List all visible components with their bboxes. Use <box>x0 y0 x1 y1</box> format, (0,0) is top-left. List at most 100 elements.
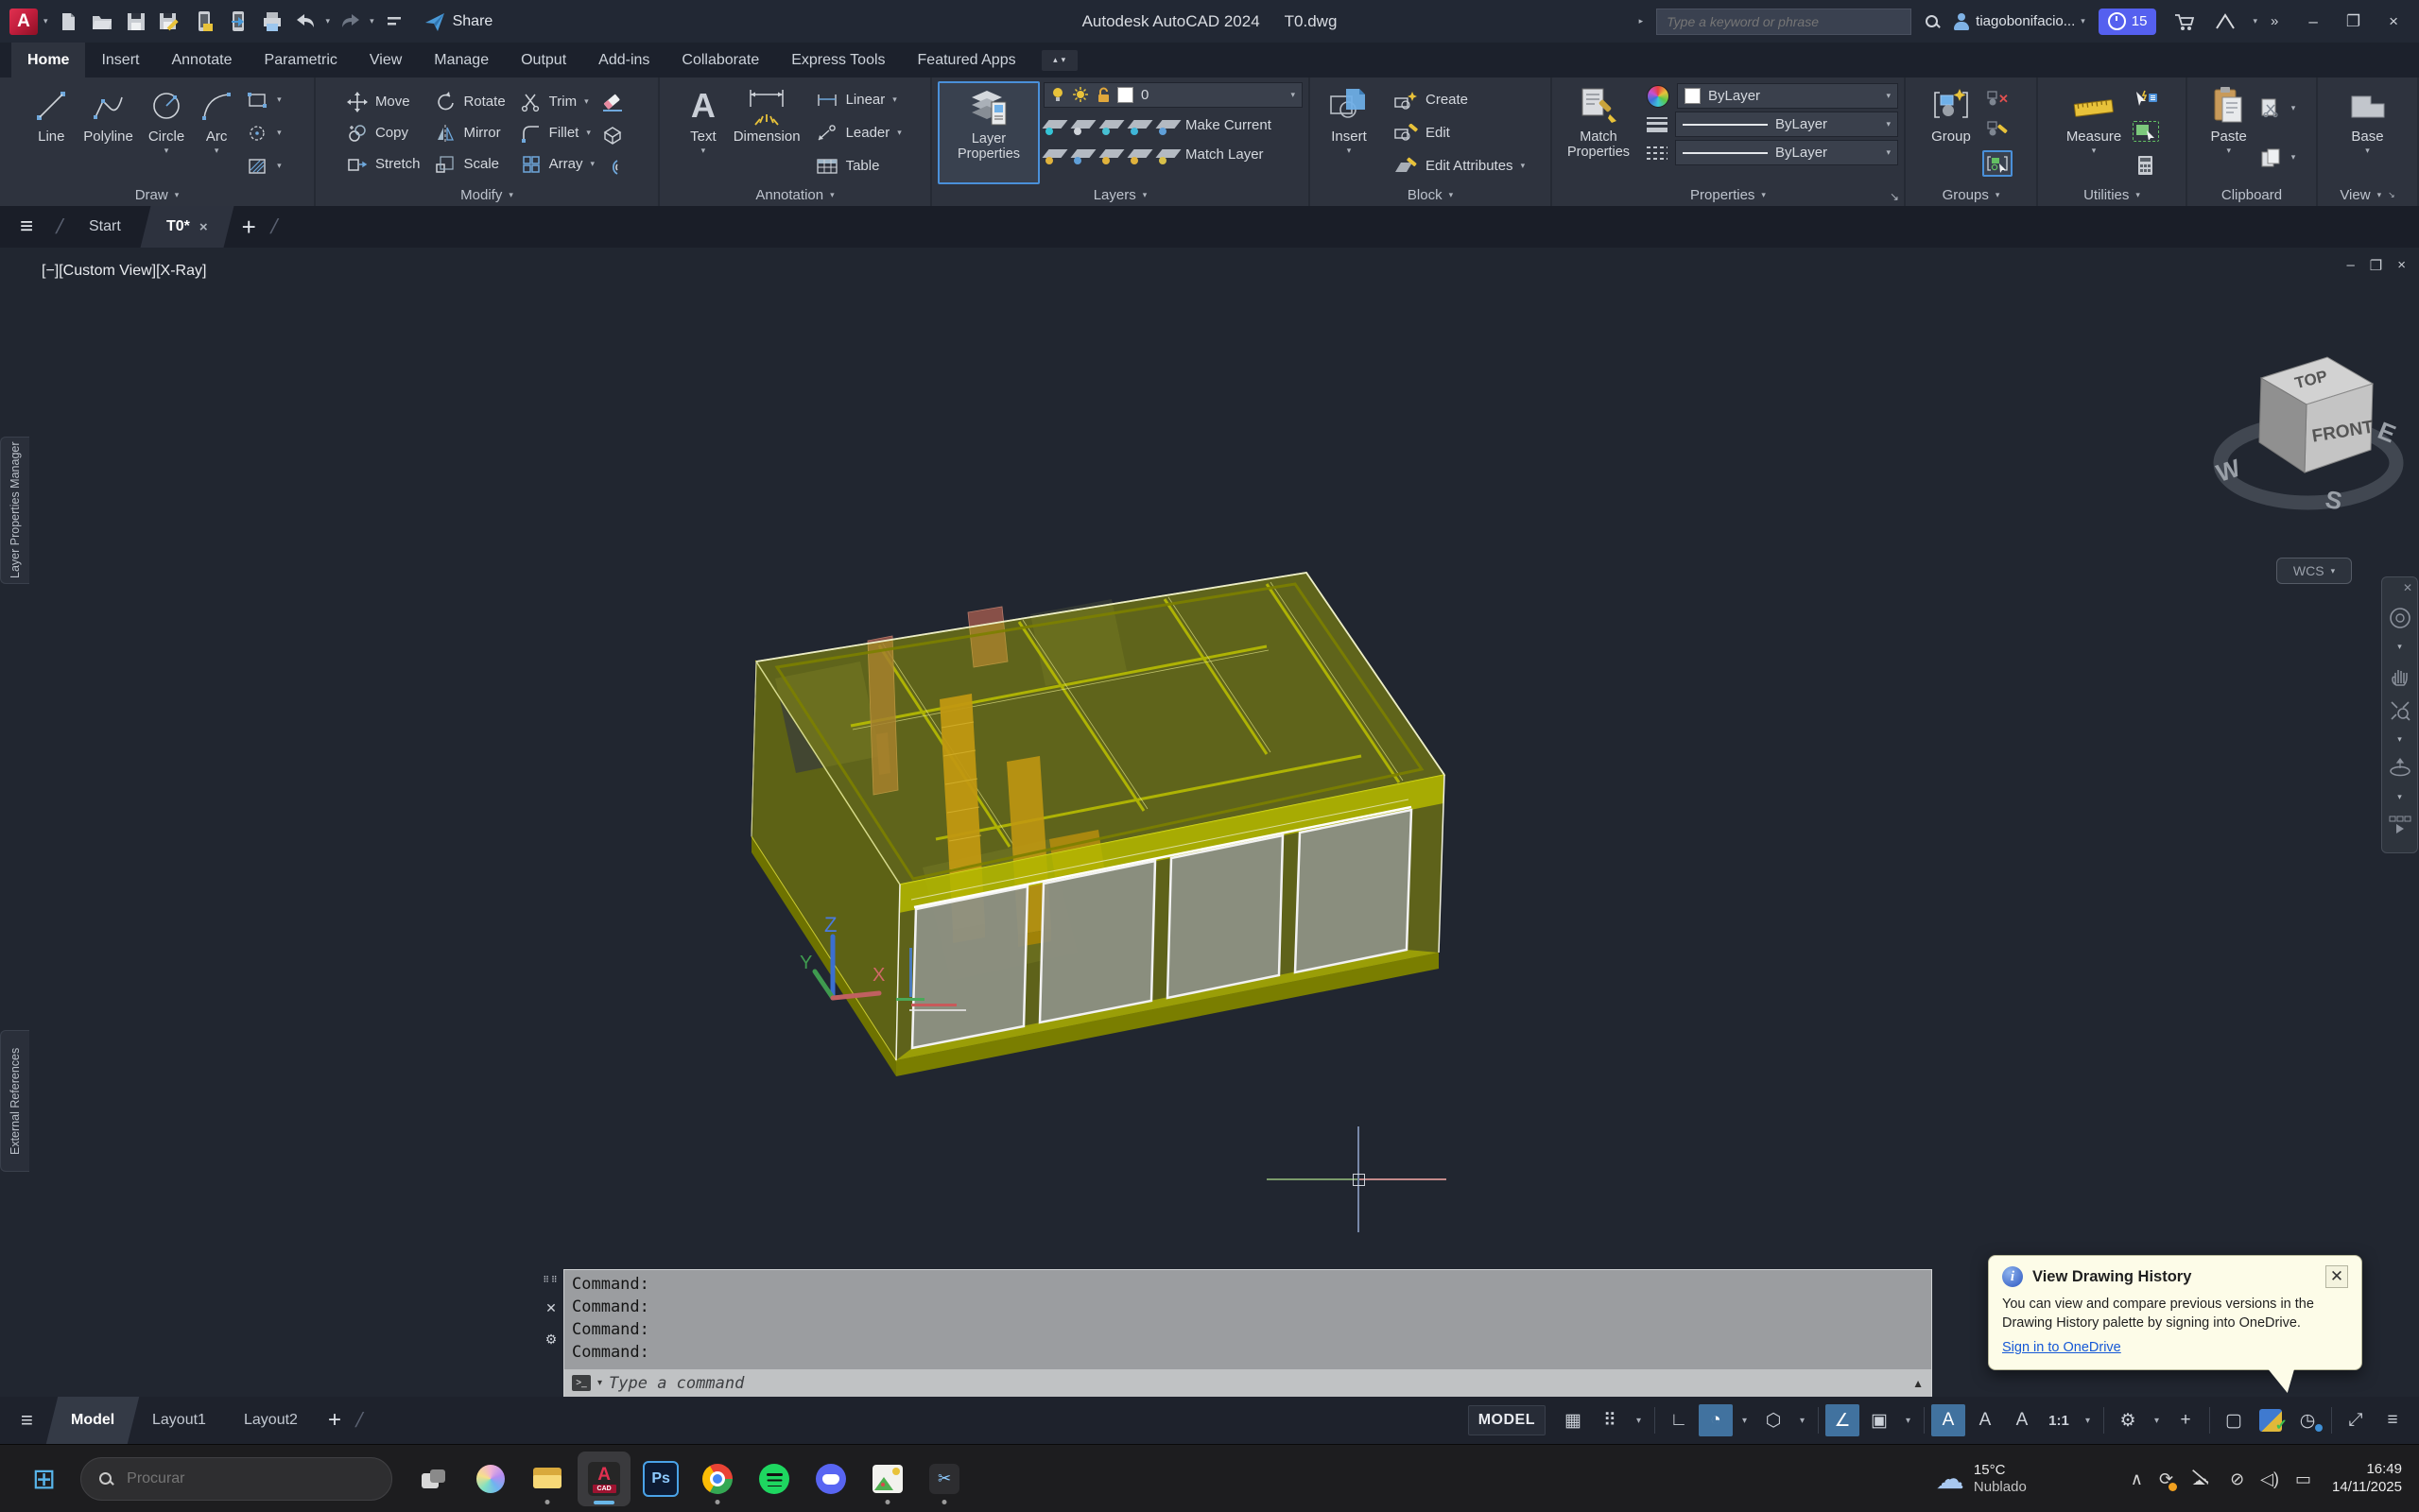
autodesk-logo-icon[interactable] <box>2211 8 2239 36</box>
panel-label-layers[interactable]: Layers▾ <box>932 184 1308 206</box>
panel-label-utilities[interactable]: Utilities▾ <box>2038 184 2186 206</box>
volume[interactable]: ◁) <box>2260 1469 2279 1489</box>
quick-calculator-button[interactable] <box>2136 155 2155 176</box>
file-explorer-app[interactable] <box>521 1452 574 1506</box>
make-current-button[interactable]: Make Current <box>1185 117 1271 133</box>
autoscale[interactable]: A <box>1968 1404 2002 1436</box>
join-button[interactable] <box>601 158 624 177</box>
save-icon[interactable] <box>122 8 150 36</box>
workspace-switching[interactable]: ⚙ <box>2111 1404 2145 1436</box>
object-snap-tracking[interactable]: ∠ <box>1825 1404 1859 1436</box>
ribbon-tab[interactable]: Annotate <box>155 43 248 77</box>
ribbon-tab[interactable]: Featured Apps <box>902 43 1032 77</box>
discord-app[interactable] <box>804 1452 857 1506</box>
isolate-objects[interactable]: ▢ <box>2217 1404 2251 1436</box>
notification-badge[interactable]: 15 <box>2099 9 2157 35</box>
snap-mode[interactable]: ⠿ <box>1593 1404 1627 1436</box>
navbar-close-icon[interactable]: ✕ <box>2403 581 2412 594</box>
pan-hand-icon[interactable] <box>2389 664 2411 687</box>
navigation-wheel-icon[interactable] <box>2389 607 2411 629</box>
open-from-mobile-icon[interactable] <box>224 8 252 36</box>
drawing-history[interactable]: ◷ <box>2290 1404 2324 1436</box>
hatch-tool-button[interactable]: ▾ <box>247 157 282 176</box>
create-block-button[interactable]: Create <box>1393 91 1468 110</box>
redo-caret-icon[interactable]: ▾ <box>370 16 374 26</box>
caret[interactable]: ▾ <box>1630 1404 1648 1436</box>
clean-screen[interactable]: ⤢ <box>2339 1404 2373 1436</box>
copilot-app[interactable] <box>464 1452 517 1506</box>
orbit-icon[interactable] <box>2388 757 2412 780</box>
rectangle-tool-button[interactable]: ▾ <box>247 91 282 110</box>
annotation-scale[interactable]: A <box>2005 1404 2039 1436</box>
panel-label-draw[interactable]: Draw▾ <box>0 184 314 206</box>
layer-unisolate-button[interactable] <box>1072 146 1096 164</box>
graphics-performance[interactable] <box>2254 1404 2288 1436</box>
layout-tab[interactable]: Layout1 <box>128 1397 231 1444</box>
caret[interactable]: ▾ <box>2079 1404 2097 1436</box>
autocad-app[interactable] <box>578 1452 631 1506</box>
no-internet[interactable]: ⊘ <box>2230 1469 2244 1489</box>
layer-on-button[interactable] <box>1044 146 1067 164</box>
spotify-app[interactable] <box>748 1452 801 1506</box>
snipping-tool-app[interactable] <box>918 1452 971 1506</box>
ribbon-tab[interactable]: Output <box>505 43 582 77</box>
caret[interactable]: ▾ <box>1793 1404 1811 1436</box>
ribbon-tab[interactable]: View <box>354 43 418 77</box>
panel-label-modify[interactable]: Modify▾ <box>316 184 658 206</box>
command-window-grip[interactable]: ⠿⠿ ✕ ⚙ <box>539 1269 563 1398</box>
notification-close-button[interactable]: ✕ <box>2325 1265 2348 1288</box>
taskbar-clock[interactable]: 16:49 14/11/2025 <box>2332 1461 2402 1497</box>
sep[interactable] <box>2331 1407 2332 1434</box>
group-edit-button[interactable] <box>1986 119 2009 138</box>
edit-attributes-button[interactable]: Edit Attributes▾ <box>1393 157 1525 176</box>
close-tab-icon[interactable]: × <box>199 219 208 235</box>
edit-block-button[interactable]: Edit <box>1393 124 1450 143</box>
array-button[interactable]: Array▾ <box>521 148 595 180</box>
taskbar-search[interactable] <box>80 1457 392 1501</box>
ribbon-tab[interactable]: Parametric <box>249 43 354 77</box>
taskbar-search-input[interactable] <box>125 1469 374 1488</box>
recent-commands-caret-icon[interactable]: ▾ <box>597 1378 602 1388</box>
match-layer-button[interactable]: Match Layer <box>1185 146 1264 163</box>
keyword-search[interactable] <box>1656 9 1911 35</box>
wcs-selector[interactable]: WCS▾ <box>2276 558 2352 584</box>
ribbon-tab[interactable]: Express Tools <box>775 43 901 77</box>
viewcube[interactable]: W S E TOP FRONT <box>2203 342 2412 565</box>
app-store-cart-icon[interactable] <box>2169 8 2198 36</box>
palette-tab-layer-properties-manager[interactable]: Layer Properties Manager <box>0 437 29 584</box>
leader-button[interactable]: Leader▾ <box>816 125 902 142</box>
ribbon-tab[interactable]: Add-ins <box>582 43 665 77</box>
close-button[interactable]: × <box>2389 12 2398 31</box>
caret[interactable]: ▾ <box>1899 1404 1917 1436</box>
cut-button[interactable]: ▾ <box>2259 97 2296 118</box>
customize-toolbar-icon[interactable] <box>380 8 408 36</box>
circle-button[interactable]: Circle ▾ <box>145 81 188 184</box>
new-file-icon[interactable] <box>54 8 82 36</box>
layer-unlock-button[interactable] <box>1129 146 1152 164</box>
dimension-button[interactable]: Dimension <box>730 81 804 184</box>
autodesk-caret-icon[interactable]: ▾ <box>2253 16 2257 26</box>
measure-button[interactable]: Measure ▾ <box>2063 81 2125 184</box>
trim-button[interactable]: Trim▾ <box>521 86 595 117</box>
insert-button[interactable]: Insert ▾ <box>1316 81 1382 184</box>
polyline-button[interactable]: Polyline <box>79 81 137 184</box>
search-icon[interactable] <box>1925 14 1940 29</box>
panel-label-annotation[interactable]: Annotation▾ <box>660 184 930 206</box>
ortho-mode[interactable]: ∟ <box>1662 1404 1696 1436</box>
sync[interactable]: ⟳ <box>2159 1469 2173 1489</box>
new-layout-button[interactable]: + <box>317 1407 353 1434</box>
plot-icon[interactable] <box>258 8 286 36</box>
select-similar-button[interactable] <box>2133 121 2159 142</box>
ribbon-tab[interactable]: Collaborate <box>665 43 775 77</box>
battery[interactable]: ▭ <box>2295 1469 2311 1489</box>
file-tab-t0[interactable]: T0*× <box>140 206 233 248</box>
palette-tab-external-references[interactable]: External References <box>0 1030 29 1172</box>
copy-clip-button[interactable]: ▾ <box>2259 147 2296 168</box>
command-wrench-icon[interactable]: ⚙ <box>545 1332 558 1348</box>
panel-label-block[interactable]: Block▾ <box>1310 184 1550 206</box>
tray-chevron[interactable]: ∧ <box>2131 1469 2143 1489</box>
undo-icon[interactable] <box>292 8 320 36</box>
image-editor-app[interactable] <box>861 1452 914 1506</box>
ribbon-tab[interactable]: Home <box>11 43 85 77</box>
save-as-icon[interactable] <box>156 8 184 36</box>
